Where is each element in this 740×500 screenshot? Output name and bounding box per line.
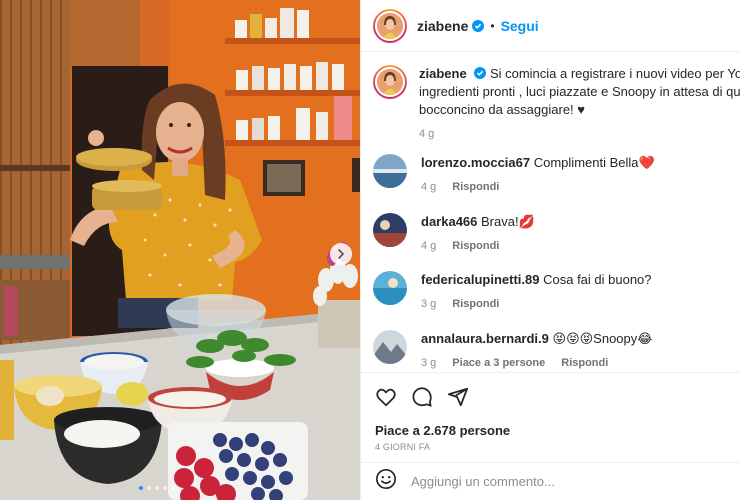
verified-badge-icon (472, 19, 485, 32)
avatar-image (373, 271, 407, 305)
avatar-image (373, 330, 407, 364)
comment-row: lorenzo.moccia67 Complimenti Bella❤️ 4 g… (373, 154, 740, 196)
caption-text-line3: bocconcino da assaggiare! ♥ (419, 102, 585, 117)
comment-username[interactable]: annalaura.bernardi.9 (421, 331, 549, 346)
reply-button[interactable]: Rispondi (452, 295, 499, 313)
avatar-image (373, 154, 407, 188)
likes-count[interactable]: Piace a 2.678 persone (375, 423, 726, 438)
comment-input[interactable] (411, 474, 711, 489)
carousel-dot (147, 486, 151, 490)
comment-meta: 4 g Rispondi (421, 178, 655, 196)
chevron-right-icon (338, 249, 345, 259)
post-side-panel: ziabene • Segui ziabene Si comincia a re… (360, 0, 740, 500)
verified-badge-icon (474, 67, 487, 79)
comment-text: Complimenti Bella❤️ (533, 155, 655, 170)
comment-username[interactable]: lorenzo.moccia67 (421, 155, 530, 170)
caption-meta: 4 g (419, 125, 740, 143)
commenter-avatar[interactable] (373, 330, 407, 364)
reply-button[interactable]: Rispondi (452, 178, 499, 196)
carousel-dot (155, 486, 159, 490)
post-actions: Piace a 2.678 persone 4 GIORNI FA (361, 372, 740, 452)
avatar-image (373, 213, 407, 247)
carousel-next-button[interactable] (330, 243, 352, 265)
caption-avatar[interactable] (373, 65, 407, 99)
comment-meta: 3 g Rispondi (421, 295, 652, 313)
author-avatar[interactable] (373, 8, 407, 43)
comment-body: lorenzo.moccia67 Complimenti Bella❤️ 4 g… (421, 154, 655, 196)
post-date: 4 GIORNI FA (375, 442, 431, 452)
caption-body: ziabene Si comincia a registrare i nuovi… (419, 65, 740, 143)
author-username[interactable]: ziabene (417, 18, 468, 34)
carousel-dot (163, 486, 167, 490)
caption-username[interactable]: ziabene (419, 66, 467, 81)
caption-text-line2: ingredienti pronti , luci piazzate e Sno… (419, 84, 740, 99)
comment-body: darka466 Brava!💋 4 g Rispondi (421, 213, 535, 255)
comments-feed[interactable]: ziabene Si comincia a registrare i nuovi… (361, 53, 740, 371)
comment-age: 4 g (421, 240, 437, 252)
carousel-indicator (139, 486, 175, 490)
avatar-image (377, 12, 403, 39)
commenter-avatar[interactable] (373, 213, 407, 247)
comment-username[interactable]: federicalupinetti.89 (421, 272, 539, 287)
comment-likes-link[interactable]: Piace a 3 persone (452, 354, 545, 371)
header-separator: • (490, 18, 495, 33)
avatar-image (377, 69, 403, 95)
carousel-dot (139, 486, 143, 490)
comment-composer (361, 462, 740, 500)
reply-button[interactable]: Rispondi (452, 237, 499, 255)
comment-age: 3 g (421, 357, 437, 369)
comment-row: darka466 Brava!💋 4 g Rispondi (373, 213, 740, 255)
comment-row: annalaura.bernardi.9 😝😝😝Snoopy😂 3 g Piac… (373, 330, 740, 371)
comment-meta: 4 g Rispondi (421, 237, 535, 255)
comment-body: annalaura.bernardi.9 😝😝😝Snoopy😂 3 g Piac… (421, 330, 652, 371)
heart-icon[interactable] (375, 386, 397, 408)
caption-text: Si comincia a registrare i nuovi video p… (489, 66, 740, 81)
comment-username[interactable]: darka466 (421, 214, 477, 229)
post-header: ziabene • Segui (361, 0, 740, 52)
post-photo[interactable] (0, 0, 360, 500)
comment-text: 😝😝😝Snoopy😂 (552, 331, 653, 346)
comment-text: Brava!💋 (481, 214, 535, 229)
carousel-dot (171, 486, 175, 490)
action-icons (375, 385, 726, 409)
caption-age: 4 g (419, 128, 435, 140)
emoji-icon[interactable] (375, 468, 397, 495)
comment-age: 4 g (421, 181, 437, 193)
comment-age: 3 g (421, 298, 437, 310)
commenter-avatar[interactable] (373, 154, 407, 188)
commenter-avatar[interactable] (373, 271, 407, 305)
comment-row: federicalupinetti.89 Cosa fai di buono? … (373, 271, 740, 313)
follow-button[interactable]: Segui (501, 18, 539, 34)
reply-button[interactable]: Rispondi (561, 354, 608, 371)
share-icon[interactable] (447, 386, 469, 408)
caption-row: ziabene Si comincia a registrare i nuovi… (373, 65, 740, 143)
comment-icon[interactable] (411, 386, 433, 408)
comment-meta: 3 g Piace a 3 persone Rispondi (421, 354, 652, 371)
kitchen-photo-illustration (0, 0, 360, 500)
comment-body: federicalupinetti.89 Cosa fai di buono? … (421, 271, 652, 313)
comment-text: Cosa fai di buono? (543, 272, 652, 287)
